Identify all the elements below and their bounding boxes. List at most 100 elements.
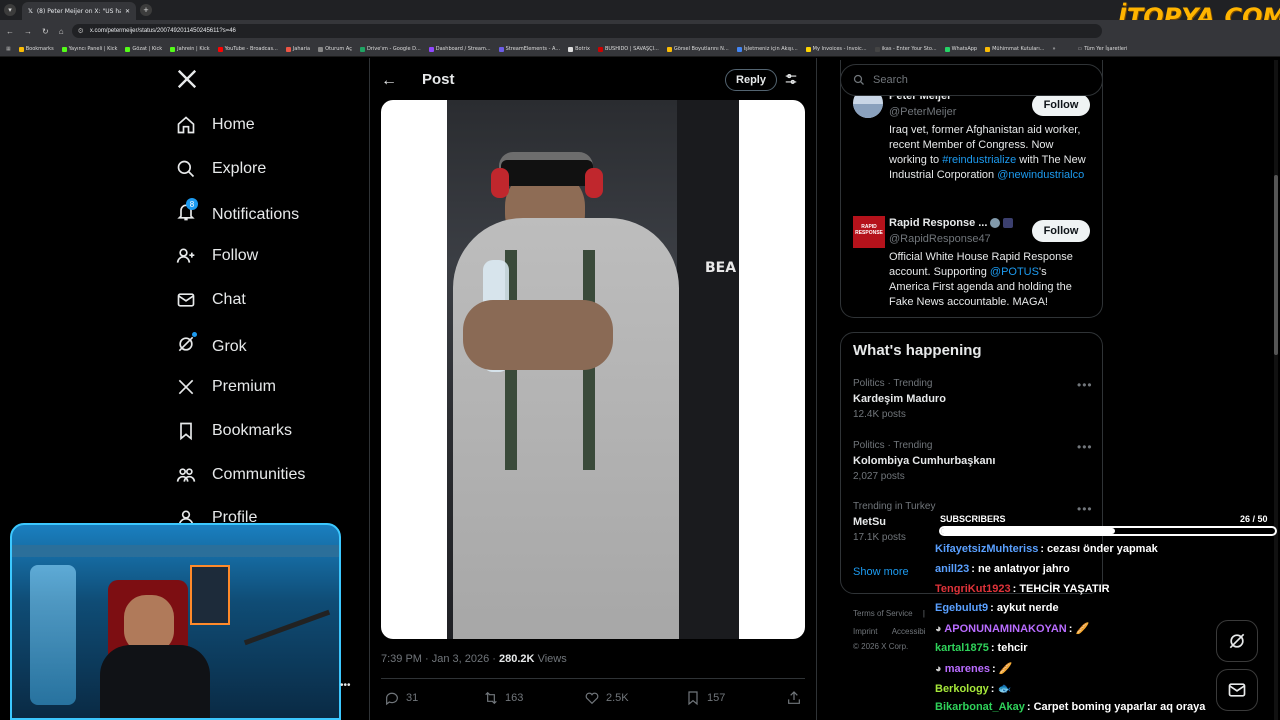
site-info-icon[interactable]: ⚙ xyxy=(78,27,84,35)
home-browser-icon[interactable]: ⌂ xyxy=(59,27,64,36)
repost-icon xyxy=(485,691,497,705)
trend-item[interactable]: Politics · Trending Kardeşim Maduro 12.4… xyxy=(853,378,946,420)
share-action[interactable] xyxy=(786,690,802,706)
chat-username[interactable]: KifayetsizMuhteriss xyxy=(935,543,1038,555)
chat-username[interactable]: anill23 xyxy=(935,563,969,575)
all-bookmarks-folder[interactable]: ▭ Tüm Yer İşaretleri xyxy=(1078,46,1128,52)
follow-button[interactable]: Follow xyxy=(1032,94,1090,116)
user-handle[interactable]: @RapidResponse47 xyxy=(889,233,991,245)
bookmark-item[interactable]: WhatsApp xyxy=(944,46,977,52)
bookmark-item[interactable]: Botrix xyxy=(568,46,590,52)
like-action[interactable]: 2.5K xyxy=(584,690,629,706)
bookmark-icon xyxy=(180,422,192,441)
tab-search-icon[interactable]: ▾ xyxy=(4,4,16,16)
footer-link[interactable]: Terms of Service xyxy=(853,609,913,618)
chat-username[interactable]: Berkology xyxy=(935,683,989,695)
filter-icon[interactable] xyxy=(784,72,798,91)
messages-fab[interactable] xyxy=(1216,669,1258,711)
chat-username[interactable]: TengriKut1923 xyxy=(935,583,1011,595)
search-input[interactable]: Search xyxy=(873,74,908,86)
bookmark-item[interactable]: İşletmeniz için Akışı... xyxy=(736,46,798,52)
show-more-link[interactable]: Show more xyxy=(853,566,909,578)
bookmark-item[interactable]: Bookmarks xyxy=(18,46,54,52)
trend-item[interactable]: Politics · Trending Kolombiya Cumhurbaşk… xyxy=(853,440,995,482)
forward-icon[interactable]: → xyxy=(24,27,32,36)
x-favicon-icon: 𝕏 xyxy=(28,7,33,15)
avatar[interactable]: RAPID RESPONSE xyxy=(853,216,885,248)
bookmark-item[interactable]: Oturum Aç xyxy=(318,46,352,52)
more-icon[interactable]: ••• xyxy=(1077,502,1093,516)
tab-close-icon[interactable]: ✕ xyxy=(125,8,130,15)
page-title: Post xyxy=(422,71,455,88)
nav-follow[interactable]: Follow xyxy=(176,246,258,266)
home-icon xyxy=(177,116,195,134)
repost-action[interactable]: 163 xyxy=(483,690,523,706)
grok-fab[interactable] xyxy=(1216,620,1258,662)
nav-chat[interactable]: Chat xyxy=(176,290,246,310)
nav-communities[interactable]: Communities xyxy=(176,465,305,485)
bookmark-item[interactable]: My Invoices - Invoic... xyxy=(805,46,867,52)
chat-username[interactable]: marenes xyxy=(945,663,990,675)
reply-button[interactable]: Reply xyxy=(725,69,777,91)
apps-icon[interactable]: ▦ xyxy=(6,46,11,52)
mention-link[interactable]: @POTUS xyxy=(990,266,1039,278)
chat-text: : 🥖 xyxy=(1068,623,1090,636)
bookmark-item[interactable]: Mühimmat Kutuları... xyxy=(985,46,1044,52)
chat-username[interactable]: Egebulut9 xyxy=(935,602,988,614)
nav-explore[interactable]: Explore xyxy=(176,159,266,179)
nav-label: Bookmarks xyxy=(212,422,293,439)
footer-link[interactable]: Imprint xyxy=(853,627,877,636)
user-handle[interactable]: @PeterMeijer xyxy=(889,106,956,118)
reload-icon[interactable]: ↻ xyxy=(42,27,49,36)
bookmark-item[interactable]: YouTube - Broadcas... xyxy=(217,46,278,52)
bookmark-item[interactable]: Dashboard / Stream... xyxy=(428,46,491,52)
nav-grok[interactable]: Grok xyxy=(176,332,247,359)
subscribers-count: 26 / 50 xyxy=(1240,514,1268,524)
bookmark-item[interactable]: StreamElements - A... xyxy=(498,46,560,52)
nav-premium[interactable]: Premium xyxy=(176,377,276,397)
more-icon[interactable]: ••• xyxy=(340,680,351,691)
more-icon[interactable]: ••• xyxy=(1077,440,1093,454)
nav-bookmarks[interactable]: Bookmarks xyxy=(176,421,292,441)
bookmark-item[interactable]: Görsel Boyutlarını N... xyxy=(666,46,729,52)
x-logo[interactable] xyxy=(176,68,198,95)
search-icon xyxy=(853,74,864,85)
bookmark-item[interactable]: Yayıncı Paneli | Kick xyxy=(61,46,117,52)
chat-username[interactable]: APONUNAMINAKOYAN xyxy=(944,623,1066,635)
heart-icon xyxy=(585,692,599,705)
chat-message: ◕ APONUNAMINAKOYAN: 🥖 xyxy=(935,622,1089,635)
footer-link[interactable]: Accessibi xyxy=(892,627,926,636)
follow-button[interactable]: Follow xyxy=(1032,220,1090,242)
trend-item[interactable]: Trending in Turkey MetSu 17.1K posts xyxy=(853,501,935,543)
bookmark-item[interactable]: Drive'ım - Google D... xyxy=(359,46,421,52)
bookmark-item[interactable]: Jahrein | Kick xyxy=(170,46,210,52)
more-icon[interactable]: ••• xyxy=(1077,378,1093,392)
user-name[interactable]: Rapid Response ... xyxy=(889,217,987,229)
back-icon[interactable]: ← xyxy=(6,27,14,36)
subscribers-progress xyxy=(939,526,1277,536)
back-arrow-icon[interactable]: ← xyxy=(381,72,397,90)
bookmark-item[interactable]: Jaharia xyxy=(285,46,310,52)
bookmark-action[interactable]: 157 xyxy=(685,690,725,706)
bookmarks-overflow[interactable]: » xyxy=(1052,46,1055,52)
new-tab-button[interactable]: + xyxy=(140,4,152,16)
reply-action[interactable]: 31 xyxy=(384,690,418,706)
address-bar[interactable]: ⚙ x.com/petermeijer/status/2007492011450… xyxy=(71,24,1102,38)
folder-icon: ▭ xyxy=(1077,46,1083,52)
bookmark-item[interactable]: ikas - Enter Your Sto... xyxy=(874,46,937,52)
photo-right-dark xyxy=(677,100,739,639)
nav-home[interactable]: Home xyxy=(176,115,255,135)
mention-link[interactable]: @newindustrialco xyxy=(997,169,1084,181)
scrollbar-track[interactable] xyxy=(1274,60,1278,720)
post-image[interactable]: BEA xyxy=(381,100,805,639)
bookmark-item[interactable]: Gözat | Kick xyxy=(125,46,162,52)
chat-username[interactable]: Bikarbonat_Akay xyxy=(935,701,1025,713)
scrollbar-thumb[interactable] xyxy=(1274,175,1278,355)
tab-active[interactable]: 𝕏 (8) Peter Meijer on X: "US hard ✕ xyxy=(22,2,136,20)
bookmark-item[interactable]: BUSHIDO | SAVAŞÇI... xyxy=(597,46,659,52)
nav-notifications[interactable]: 8 Notifications xyxy=(176,198,299,227)
hashtag-link[interactable]: #reindustrialize xyxy=(942,154,1016,166)
chat-username[interactable]: kartal1875 xyxy=(935,642,989,654)
mail-icon xyxy=(177,293,195,307)
search-box[interactable]: Search xyxy=(840,64,1103,96)
